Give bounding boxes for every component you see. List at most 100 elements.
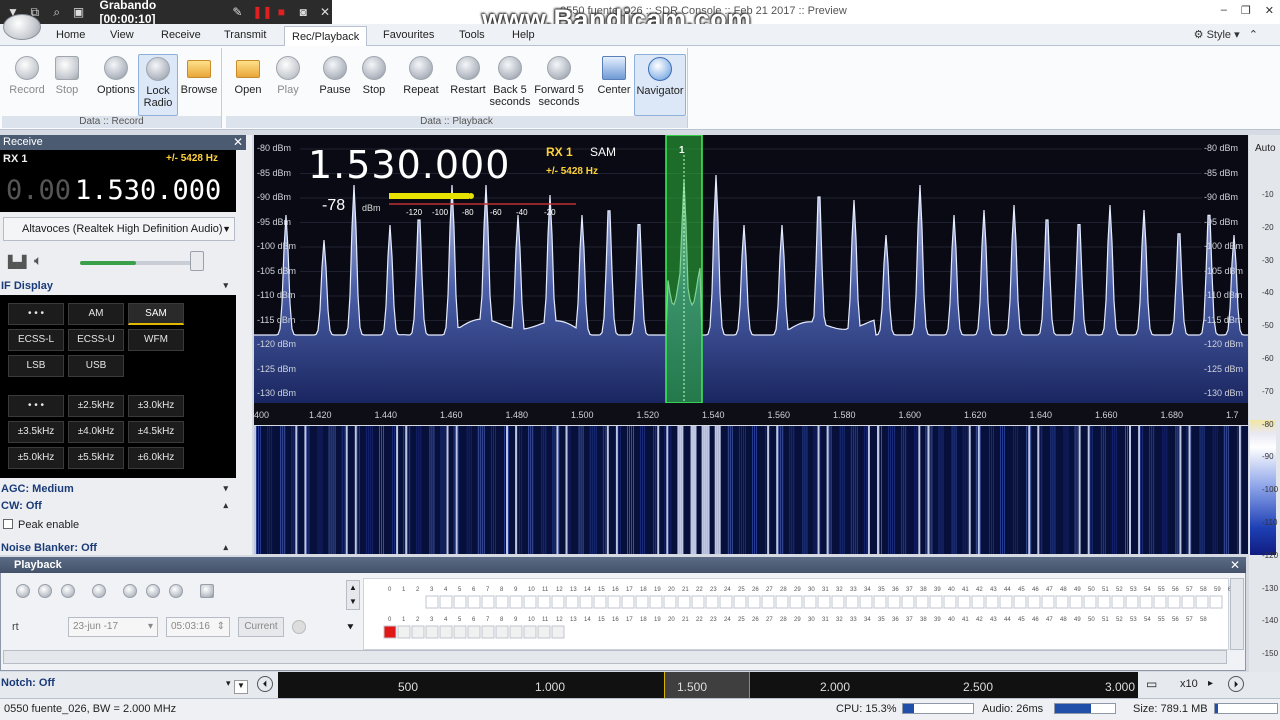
tab-tools[interactable]: Tools bbox=[453, 28, 491, 42]
spectrum-display[interactable]: 1.530.000 RX 1 SAM +/- 5428 Hz -78 dBm -… bbox=[254, 135, 1248, 425]
options-button[interactable]: Options bbox=[94, 54, 138, 116]
playback-hscroll[interactable] bbox=[3, 650, 1227, 664]
zoom-level[interactable]: x10 bbox=[1180, 678, 1198, 690]
mode-ecss-l-button[interactable]: ECSS-L bbox=[8, 329, 64, 351]
timeline-cell[interactable] bbox=[915, 595, 929, 609]
pin-icon[interactable]: ⯆ bbox=[346, 622, 355, 635]
playback-stop-button[interactable]: Stop bbox=[352, 54, 396, 116]
noise-blanker-header[interactable]: Noise Blanker: Off ▴ bbox=[0, 542, 236, 554]
timeline-cell[interactable] bbox=[1069, 595, 1083, 609]
rewind-icon[interactable] bbox=[146, 584, 160, 598]
timeline-cell[interactable] bbox=[439, 625, 453, 639]
timeline-cell[interactable] bbox=[1139, 595, 1153, 609]
agc-header[interactable]: AGC: Medium ▾ bbox=[0, 483, 236, 495]
play-icon[interactable] bbox=[16, 584, 30, 598]
center-button[interactable]: Center bbox=[592, 54, 636, 116]
search-icon[interactable]: ⌕ bbox=[50, 5, 64, 20]
tab-receive[interactable]: Receive bbox=[155, 28, 207, 42]
timeline-cell[interactable] bbox=[831, 595, 845, 609]
timeline-cell[interactable] bbox=[579, 595, 593, 609]
speaker-icon[interactable]: 🔈︎ bbox=[34, 252, 42, 269]
timeline-cell[interactable] bbox=[495, 595, 509, 609]
stop-icon[interactable] bbox=[61, 584, 75, 598]
bw-4-0-button[interactable]: ±4.0kHz bbox=[68, 421, 124, 443]
timeline-cell[interactable] bbox=[747, 595, 761, 609]
auto-scale-label[interactable]: Auto bbox=[1255, 143, 1276, 154]
tab-rec-playback[interactable]: Rec/Playback bbox=[284, 26, 368, 47]
timeline-cell[interactable] bbox=[761, 595, 775, 609]
peak-enable-checkbox[interactable]: Peak enable bbox=[3, 519, 79, 531]
timeline-cell[interactable] bbox=[1181, 595, 1195, 609]
bw-6-0-button[interactable]: ±6.0kHz bbox=[128, 447, 184, 469]
close-icon[interactable]: ✕ bbox=[233, 135, 243, 150]
checkbox[interactable] bbox=[3, 519, 13, 529]
stop-icon[interactable]: ■ bbox=[274, 5, 288, 19]
volume-slider-thumb[interactable] bbox=[190, 251, 204, 271]
timeline-cell[interactable] bbox=[985, 595, 999, 609]
timeline-cell[interactable] bbox=[523, 625, 537, 639]
timeline-cell[interactable] bbox=[719, 595, 733, 609]
timeline-cell[interactable] bbox=[789, 595, 803, 609]
timeline-cell[interactable] bbox=[733, 595, 747, 609]
timeline-cell[interactable] bbox=[1027, 595, 1041, 609]
scroll-right-icon[interactable]: ⏵ bbox=[1228, 676, 1244, 692]
cw-header[interactable]: CW: Off ▴ bbox=[0, 500, 236, 512]
repeat-icon[interactable] bbox=[92, 584, 106, 598]
fast-forward-icon[interactable] bbox=[169, 584, 183, 598]
record-button[interactable]: Record bbox=[5, 54, 49, 116]
track-scroll-buttons[interactable]: ▲ ▼ bbox=[346, 580, 360, 610]
chevron-down-icon[interactable]: ▼ bbox=[234, 680, 248, 694]
pause-button[interactable]: Pause bbox=[313, 54, 357, 116]
timeline-cell[interactable] bbox=[621, 595, 635, 609]
timeline-cell[interactable] bbox=[943, 595, 957, 609]
chevron-right-icon[interactable]: ▸ bbox=[1208, 678, 1213, 689]
bw-3-0-button[interactable]: ±3.0kHz bbox=[128, 395, 184, 417]
timeline-cell[interactable] bbox=[565, 595, 579, 609]
browse-button[interactable]: Browse bbox=[177, 54, 221, 116]
style-menu[interactable]: ⚙ Style ▾ ⌃ bbox=[1194, 28, 1258, 41]
timeline-cell[interactable] bbox=[1125, 595, 1139, 609]
mode-ecss-u-button[interactable]: ECSS-U bbox=[68, 329, 124, 351]
close-icon[interactable]: ✕ bbox=[1265, 4, 1274, 17]
pause-icon[interactable] bbox=[38, 584, 52, 598]
equalizer-icon[interactable]: ▙▟ bbox=[8, 255, 26, 269]
timeline-cell[interactable] bbox=[817, 595, 831, 609]
timeline-cell[interactable] bbox=[887, 595, 901, 609]
restore-icon[interactable]: ❐ bbox=[1241, 4, 1251, 17]
navigator-button[interactable]: Navigator bbox=[634, 54, 686, 116]
bw-5-0-button[interactable]: ±5.0kHz bbox=[8, 447, 64, 469]
timeline-cell[interactable] bbox=[453, 595, 467, 609]
timeline-cell[interactable] bbox=[439, 595, 453, 609]
open-button[interactable]: Open bbox=[226, 54, 270, 116]
timeline-cell[interactable] bbox=[1209, 595, 1223, 609]
mode-usb-button[interactable]: USB bbox=[68, 355, 124, 377]
timeline-cell[interactable] bbox=[1167, 595, 1181, 609]
timeline-cell[interactable] bbox=[929, 595, 943, 609]
if-display-header[interactable]: IF Display ▾ bbox=[0, 280, 236, 292]
timeline-cell[interactable] bbox=[1041, 595, 1055, 609]
lock-radio-button[interactable]: Lock Radio bbox=[138, 54, 178, 116]
timeline-vscroll[interactable] bbox=[1230, 578, 1244, 650]
timeline-cell[interactable] bbox=[775, 595, 789, 609]
timeline-cell[interactable] bbox=[1195, 595, 1209, 609]
current-button[interactable]: Current bbox=[238, 617, 284, 637]
timeline-cell[interactable] bbox=[971, 595, 985, 609]
timeline-cell[interactable] bbox=[1055, 595, 1069, 609]
mode-sam-button[interactable]: SAM bbox=[128, 303, 184, 325]
timeline-cell[interactable] bbox=[845, 595, 859, 609]
bw-5-5-button[interactable]: ±5.5kHz bbox=[68, 447, 124, 469]
timeline-cell[interactable] bbox=[467, 625, 481, 639]
timeline-cell-recorded[interactable] bbox=[383, 625, 397, 639]
timeline-cell[interactable] bbox=[677, 595, 691, 609]
timeline-cell[interactable] bbox=[537, 595, 551, 609]
bw-more-button[interactable]: • • • bbox=[8, 395, 64, 417]
timeline-cell[interactable] bbox=[999, 595, 1013, 609]
timeline-cell[interactable] bbox=[901, 595, 915, 609]
bw-3-5-button[interactable]: ±3.5kHz bbox=[8, 421, 64, 443]
timeline-cell[interactable] bbox=[803, 595, 817, 609]
tab-favourites[interactable]: Favourites bbox=[377, 28, 440, 42]
go-icon[interactable] bbox=[292, 620, 306, 634]
video-icon[interactable]: ▣ bbox=[72, 5, 86, 19]
timeline-cell[interactable] bbox=[467, 595, 481, 609]
timeline-cell[interactable] bbox=[481, 625, 495, 639]
